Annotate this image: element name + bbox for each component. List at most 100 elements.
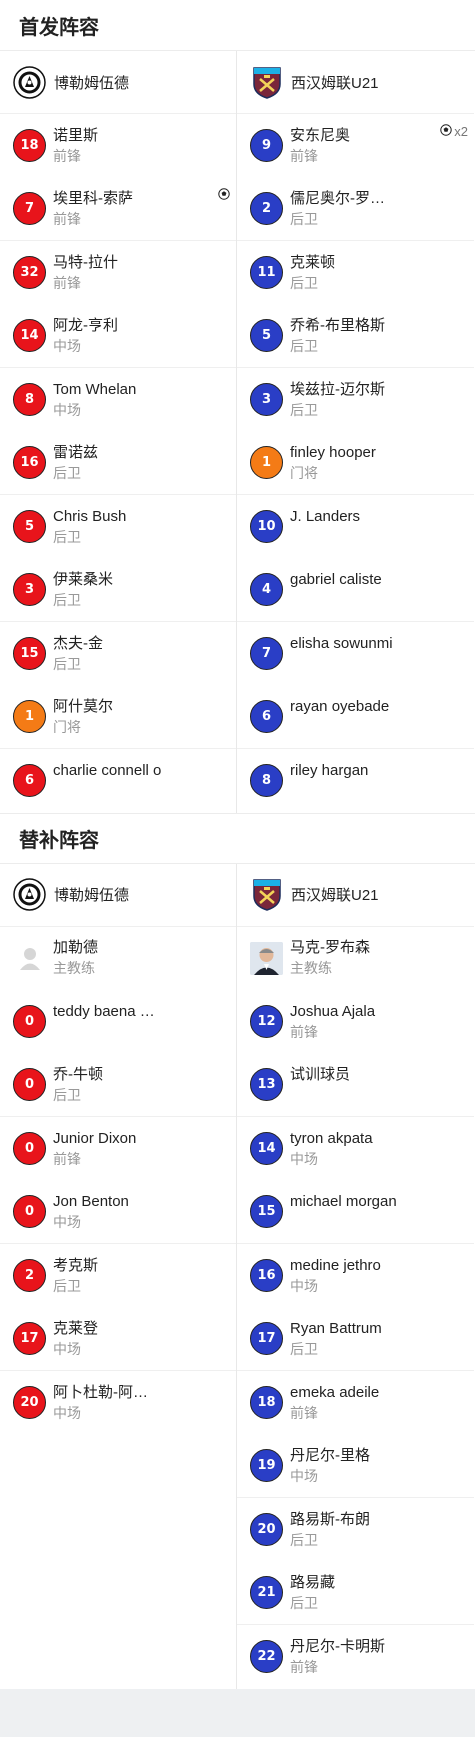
player-row[interactable]: 10 J. Landers [237, 495, 474, 559]
shirt-number-badge: 5 [250, 319, 283, 353]
player-name: 阿卜杜勒-阿… [53, 1383, 148, 1401]
player-row[interactable]: 15 杰夫-金 后卫 [0, 622, 236, 686]
player-name: 路易藏 [290, 1573, 336, 1591]
player-info: medine jethro 中场 [290, 1256, 381, 1296]
player-name: 乔-牛顿 [53, 1065, 103, 1083]
player-position: 后卫 [290, 1594, 318, 1611]
player-row[interactable]: 18 诺里斯 前锋 [0, 114, 236, 178]
player-info: 阿什莫尔 门将 [53, 697, 113, 737]
player-name: 克莱顿 [290, 253, 336, 271]
shirt-number-badge: 5 [13, 510, 46, 544]
player-info: Ryan Battrum 后卫 [290, 1319, 382, 1359]
player-row[interactable]: 9 安东尼奥 前锋 x2 [237, 114, 474, 178]
player-position: 后卫 [290, 337, 318, 354]
player-row[interactable]: 20 路易斯-布朗 后卫 [237, 1498, 474, 1562]
player-row[interactable]: 16 雷诺兹 后卫 [0, 432, 236, 495]
player-row[interactable]: 17 Ryan Battrum 后卫 [237, 1308, 474, 1371]
football-icon [440, 124, 452, 139]
away-coach-row[interactable]: 马克-罗布森 主教练 [237, 927, 474, 991]
player-row[interactable]: 19 丹尼尔-里格 中场 [237, 1435, 474, 1498]
player-info: 诺里斯 前锋 [53, 126, 98, 166]
player-info: gabriel caliste [290, 570, 382, 610]
subs-home-team-header[interactable]: 博勒姆伍德 [0, 864, 236, 927]
player-info: 丹尼尔-里格 中场 [290, 1446, 370, 1486]
player-row[interactable]: 22 丹尼尔-卡明斯 前锋 [237, 1625, 474, 1689]
player-row[interactable]: 2 儒尼奥尔-罗… 后卫 [237, 178, 474, 241]
player-name: Tom Whelan [53, 380, 137, 398]
player-position: 中场 [53, 1404, 81, 1421]
player-row[interactable]: 17 克莱登 中场 [0, 1308, 236, 1371]
player-info: 乔-牛顿 后卫 [53, 1065, 103, 1105]
shirt-number-badge: 6 [13, 764, 46, 798]
player-info: 儒尼奥尔-罗… 后卫 [290, 189, 385, 229]
player-row[interactable]: 21 路易藏 后卫 [237, 1562, 474, 1625]
player-position: 前锋 [53, 147, 81, 164]
player-row[interactable]: 32 马特-拉什 前锋 [0, 241, 236, 305]
player-row[interactable]: 8 riley hargan [237, 749, 474, 813]
player-row[interactable]: 18 emeka adeile 前锋 [237, 1371, 474, 1435]
shirt-number-badge: 0 [13, 1005, 46, 1039]
shirt-number-badge: 14 [250, 1132, 283, 1166]
player-position: 中场 [53, 337, 81, 354]
player-name: finley hooper [290, 443, 376, 461]
home-team-header[interactable]: 博勒姆伍德 [0, 51, 236, 114]
home-coach-row[interactable]: 加勒德 主教练 [0, 927, 236, 991]
player-row[interactable]: 5 Chris Bush 后卫 [0, 495, 236, 559]
player-row[interactable]: 15 michael morgan [237, 1181, 474, 1244]
player-name: gabriel caliste [290, 570, 382, 588]
home-team-name: 博勒姆伍德 [54, 74, 130, 92]
player-row[interactable]: 20 阿卜杜勒-阿… 中场 [0, 1371, 236, 1435]
player-name: 杰夫-金 [53, 634, 103, 652]
west-ham-crest-icon [250, 878, 283, 911]
away-team-header[interactable]: 西汉姆联U21 [237, 51, 474, 114]
player-row[interactable]: 0 teddy baena … [0, 990, 236, 1054]
player-name: J. Landers [290, 507, 361, 525]
player-row[interactable]: 13 试训球员 [237, 1054, 474, 1117]
player-info: emeka adeile 前锋 [290, 1383, 379, 1423]
player-row[interactable]: 0 Jon Benton 中场 [0, 1181, 236, 1244]
player-row[interactable]: 6 rayan oyebade [237, 686, 474, 749]
shirt-number-badge: 0 [13, 1132, 46, 1166]
person-placeholder-icon [13, 942, 46, 975]
player-row[interactable]: 0 乔-牛顿 后卫 [0, 1054, 236, 1117]
player-row[interactable]: 1 阿什莫尔 门将 [0, 686, 236, 749]
shirt-number-badge: 20 [250, 1513, 283, 1547]
player-row[interactable]: 7 elisha sowunmi [237, 622, 474, 686]
player-row[interactable]: 12 Joshua Ajala 前锋 [237, 990, 474, 1054]
subs-home-team-name: 博勒姆伍德 [54, 887, 130, 904]
player-position: 前锋 [290, 1023, 318, 1040]
shirt-number-badge: 15 [250, 1195, 283, 1229]
shirt-number-badge: 0 [13, 1195, 46, 1229]
player-position: 前锋 [290, 1404, 318, 1421]
player-name: 试训球员 [290, 1065, 351, 1083]
lineup-page: 首发阵容 博勒姆伍德 18 诺里斯 前锋 7 埃里科-索萨 前锋 32 马特-拉什 前锋 14 阿龙… [0, 0, 475, 1689]
player-row[interactable]: 16 medine jethro 中场 [237, 1244, 474, 1308]
shirt-number-badge: 20 [13, 1386, 46, 1420]
player-position: 后卫 [290, 274, 318, 291]
player-row[interactable]: 6 charlie connell o [0, 749, 236, 813]
goal-count: x2 [454, 124, 468, 139]
subs-away-team-name: 西汉姆联U21 [291, 887, 379, 904]
player-row[interactable]: 0 Junior Dixon 前锋 [0, 1117, 236, 1181]
player-row[interactable]: 14 阿龙-亨利 中场 [0, 305, 236, 368]
player-row[interactable]: 3 伊莱桑米 后卫 [0, 559, 236, 622]
subs-away-team-header[interactable]: 西汉姆联U21 [237, 864, 474, 927]
player-row[interactable]: 1 finley hooper 门将 [237, 432, 474, 495]
player-row[interactable]: 4 gabriel caliste [237, 559, 474, 622]
player-row[interactable]: 3 埃兹拉-迈尔斯 后卫 [237, 368, 474, 432]
player-row[interactable]: 14 tyron akpata 中场 [237, 1117, 474, 1181]
shirt-number-badge: 17 [13, 1322, 46, 1356]
player-position: 前锋 [53, 1150, 81, 1167]
player-row[interactable]: 8 Tom Whelan 中场 [0, 368, 236, 432]
player-name: Chris Bush [53, 507, 127, 525]
player-info: rayan oyebade [290, 697, 389, 737]
player-row[interactable]: 5 乔希-布里格斯 后卫 [237, 305, 474, 368]
player-info: Tom Whelan 中场 [53, 380, 136, 420]
player-row[interactable]: 2 考克斯 后卫 [0, 1244, 236, 1308]
player-name: charlie connell o [53, 761, 162, 779]
player-row[interactable]: 11 克莱顿 后卫 [237, 241, 474, 305]
player-row[interactable]: 7 埃里科-索萨 前锋 [0, 178, 236, 241]
shirt-number-badge: 8 [13, 383, 46, 417]
player-name: 埃里科-索萨 [53, 189, 133, 207]
starting-home-column: 博勒姆伍德 18 诺里斯 前锋 7 埃里科-索萨 前锋 32 马特-拉什 前锋 14 阿龙-亨利 中场… [0, 51, 237, 813]
